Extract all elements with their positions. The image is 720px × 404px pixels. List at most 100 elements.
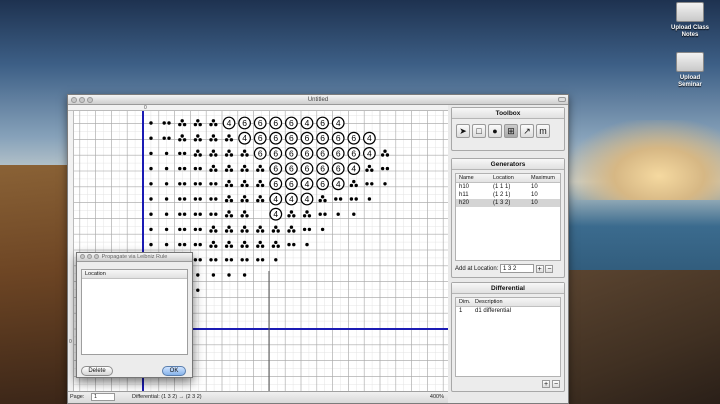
class-dot <box>370 182 374 186</box>
desktop-icon-upload-seminar[interactable]: Upload Seminar <box>660 52 720 89</box>
page-number-field[interactable]: 1 <box>91 393 115 401</box>
column-header-name[interactable]: Name <box>456 174 490 182</box>
column-header-description[interactable]: Description <box>472 298 560 306</box>
class-dot <box>182 166 187 171</box>
class-dot <box>211 119 216 123</box>
class-dot <box>227 240 231 245</box>
circled-count-label: 6 <box>273 118 278 128</box>
class-dot <box>178 138 182 142</box>
circled-count-label: 6 <box>289 179 294 189</box>
class-dot <box>227 149 231 153</box>
class-dot <box>209 153 213 157</box>
column-header-maximum[interactable]: Maximum <box>528 174 558 182</box>
class-dot <box>214 168 218 172</box>
toolbar-toggle-button[interactable] <box>558 97 566 102</box>
toolbox-title: Toolbox <box>452 108 564 119</box>
minimize-window-button[interactable] <box>79 97 85 103</box>
class-dot <box>178 182 182 186</box>
class-dot <box>209 138 213 142</box>
location-input[interactable]: 1 3 2 <box>500 264 535 273</box>
dialog-minimize-button[interactable] <box>87 254 92 259</box>
class-dot <box>292 214 296 218</box>
class-dot <box>164 242 169 247</box>
window-titlebar[interactable]: Untitled <box>68 95 568 105</box>
class-dot <box>318 212 322 216</box>
circled-count-label: 6 <box>289 148 294 158</box>
circled-count-label: 6 <box>305 133 310 143</box>
add-generator-button[interactable]: + <box>535 264 544 273</box>
generator-row[interactable]: h11 (1 2 1) 10 <box>456 191 560 199</box>
class-dot <box>178 242 182 247</box>
location-list[interactable]: Location <box>81 269 188 355</box>
grid-select-tool-icon[interactable]: ⊞ <box>504 124 518 138</box>
close-window-button[interactable] <box>71 97 77 103</box>
class-dot <box>196 149 200 153</box>
class-dot <box>271 244 276 248</box>
class-dot <box>182 182 187 186</box>
circled-count-label: 4 <box>351 164 356 174</box>
circled-count-label: 4 <box>367 148 372 158</box>
class-dot <box>193 242 198 247</box>
class-dot <box>193 258 198 262</box>
generator-row[interactable]: h20 (1 3 2) 10 <box>456 199 560 207</box>
class-dot <box>198 153 202 157</box>
generator-name: h20 <box>459 200 470 206</box>
class-dot <box>214 229 218 233</box>
class-dot <box>302 227 307 232</box>
generators-panel: Generators Name Location Maximum h10 (1 1… <box>451 158 565 278</box>
circled-count-label: 6 <box>305 148 310 158</box>
column-header-location[interactable]: Location <box>490 174 528 182</box>
dialog-close-button[interactable] <box>80 254 85 259</box>
class-dot <box>193 153 198 157</box>
class-dot <box>383 149 387 153</box>
remove-generator-button[interactable]: − <box>545 264 554 273</box>
location-column-header[interactable]: Location <box>82 270 187 279</box>
circled-count-label: 6 <box>289 133 294 143</box>
zoom-window-button[interactable] <box>87 97 93 103</box>
class-dot <box>178 151 182 156</box>
class-dot <box>214 197 218 201</box>
circled-count-label: 6 <box>273 148 278 158</box>
circled-count-label: 6 <box>320 133 325 143</box>
class-dot <box>198 242 202 247</box>
dialog-zoom-button[interactable] <box>94 254 99 259</box>
class-dot <box>149 242 153 247</box>
m-tool-icon[interactable]: m <box>536 124 550 138</box>
class-dot <box>198 197 202 201</box>
class-dot <box>209 197 213 201</box>
delete-button[interactable]: Delete <box>81 366 113 376</box>
differential-row[interactable]: 1 d1 differential <box>456 307 560 315</box>
class-dot <box>258 225 262 229</box>
differential-tool-icon[interactable]: ↗ <box>520 124 534 138</box>
class-dot <box>182 122 187 127</box>
class-dot <box>349 183 354 188</box>
zoom-level[interactable]: 400% <box>430 392 444 403</box>
add-differential-button[interactable]: + <box>542 380 551 388</box>
class-dot <box>323 198 327 203</box>
column-header-dim[interactable]: Dim. <box>456 298 472 306</box>
remove-differential-button[interactable]: − <box>552 380 560 388</box>
class-dot <box>224 198 229 203</box>
class-dot <box>224 229 229 233</box>
dialog-titlebar[interactable]: Propagate via Leibniz Rule <box>77 253 192 262</box>
arrow-tool-icon[interactable]: ➤ <box>456 124 470 138</box>
circled-count-label: 4 <box>289 194 294 204</box>
ok-button[interactable]: OK <box>162 366 186 376</box>
class-dot <box>370 168 374 172</box>
class-dot <box>178 166 182 171</box>
differential-description: d1 differential <box>475 308 511 314</box>
class-dot <box>302 214 307 218</box>
class-dot <box>224 168 229 172</box>
desktop-icon-label: Upload Class Notes <box>670 25 709 38</box>
class-dot <box>240 168 244 172</box>
class-dot <box>209 229 213 233</box>
circle-tool-icon[interactable]: ● <box>488 124 502 138</box>
desktop-icon-upload-class-notes[interactable]: Upload Class Notes <box>660 2 720 39</box>
class-dot <box>242 149 247 153</box>
rectangle-tool-icon[interactable]: □ <box>472 124 486 138</box>
class-dot <box>245 214 249 218</box>
page-label: Page: <box>70 394 85 400</box>
generator-row[interactable]: h10 (1 1 1) 10 <box>456 183 560 191</box>
class-dot <box>193 122 198 127</box>
circled-count-label: 4 <box>305 179 310 189</box>
